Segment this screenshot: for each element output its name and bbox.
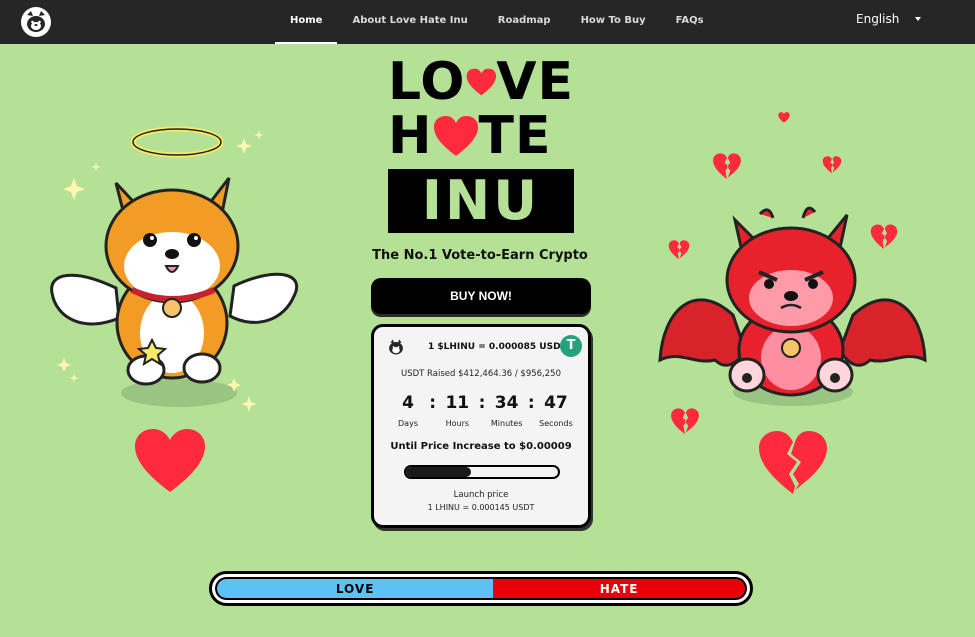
- buy-now-button[interactable]: BUY NOW!: [371, 278, 591, 314]
- dog-logo-icon[interactable]: [20, 6, 52, 38]
- title-inu-block: INU: [388, 169, 574, 233]
- price-increase-text: Until Price Increase to $0.00009: [390, 441, 572, 452]
- timer-minutes: 34 Minutes: [487, 393, 527, 428]
- vote-hate-segment[interactable]: HATE: [493, 577, 747, 600]
- timer-separator: :: [478, 393, 486, 413]
- title-line-love: LO VE: [388, 55, 574, 109]
- broken-heart-icon: [822, 156, 842, 174]
- presale-progress-bar: [404, 465, 560, 479]
- broken-heart-icon: [671, 408, 699, 435]
- title-love-prefix: LO: [388, 52, 466, 112]
- broken-heart-icon: [778, 112, 790, 123]
- vote-love-segment[interactable]: LOVE: [215, 577, 494, 600]
- broken-heart-icon: [668, 240, 690, 260]
- love-hate-vote-bar: LOVE HATE: [209, 571, 753, 606]
- timer-separator: :: [429, 393, 437, 413]
- nav-item-faqs[interactable]: FAQs: [661, 0, 719, 44]
- heart-icon: [466, 68, 496, 96]
- heart-icon: [135, 429, 205, 492]
- nav-item-about[interactable]: About Love Hate Inu: [337, 0, 482, 44]
- timer-seconds: 47 Seconds: [536, 393, 576, 428]
- presale-card: 1 $LHINU = 0.000085 USDT T USDT Raised $…: [371, 324, 591, 528]
- nav-item-home[interactable]: Home: [275, 0, 338, 44]
- timer-separator: :: [527, 393, 535, 413]
- broken-heart-icon: [870, 224, 898, 250]
- launch-price-label: Launch price: [453, 490, 509, 500]
- timer-minutes-value: 34: [494, 393, 519, 413]
- token-rate: 1 $LHINU = 0.000085 USDT: [428, 342, 567, 352]
- broken-heart-icon: [713, 153, 741, 180]
- rate-row: 1 $LHINU = 0.000085 USDT T: [386, 335, 582, 359]
- timer-hours-value: 11: [445, 393, 470, 413]
- title-hate-prefix: H: [388, 106, 433, 166]
- language-selector[interactable]: English: [856, 12, 922, 26]
- title-love-suffix: VE: [496, 52, 574, 112]
- timer-seconds-value: 47: [544, 393, 568, 413]
- title-hate-suffix: TE: [478, 106, 552, 166]
- top-nav: Home About Love Hate Inu Roadmap How To …: [0, 0, 975, 44]
- nav-item-how-to-buy[interactable]: How To Buy: [566, 0, 661, 44]
- tether-icon: T: [560, 335, 582, 357]
- broken-heart-icon: [759, 431, 827, 494]
- timer-days: 4 Days: [388, 393, 428, 428]
- timer-hours: 11 Hours: [437, 393, 477, 428]
- nav-links: Home About Love Hate Inu Roadmap How To …: [275, 0, 719, 44]
- presale-progress-fill: [406, 467, 472, 477]
- timer-minutes-label: Minutes: [490, 419, 523, 428]
- usdt-raised: USDT Raised $412,464.36 / $956,250: [400, 369, 561, 379]
- heart-icon: [433, 116, 478, 156]
- caret-down-icon: [915, 17, 922, 21]
- launch-price-value: 1 LHINU = 0.000145 USDT: [427, 503, 535, 512]
- tagline: The No.1 Vote-to-Earn Crypto: [372, 248, 588, 263]
- love-hate-inu-title: LO VE H TE INU: [388, 55, 574, 233]
- dog-logo-icon: [389, 339, 403, 355]
- angel-dog-mascot: [50, 126, 299, 412]
- countdown-timer: 4 Days : 11 Hours : 34 Minutes : 47 Seco…: [388, 393, 576, 428]
- nav-item-roadmap[interactable]: Roadmap: [483, 0, 566, 44]
- timer-seconds-label: Seconds: [539, 419, 573, 428]
- timer-days-label: Days: [398, 419, 418, 428]
- title-line-hate: H TE: [388, 109, 574, 163]
- timer-hours-label: Hours: [445, 419, 470, 428]
- timer-days-value: 4: [402, 393, 414, 413]
- language-label: English: [856, 12, 900, 26]
